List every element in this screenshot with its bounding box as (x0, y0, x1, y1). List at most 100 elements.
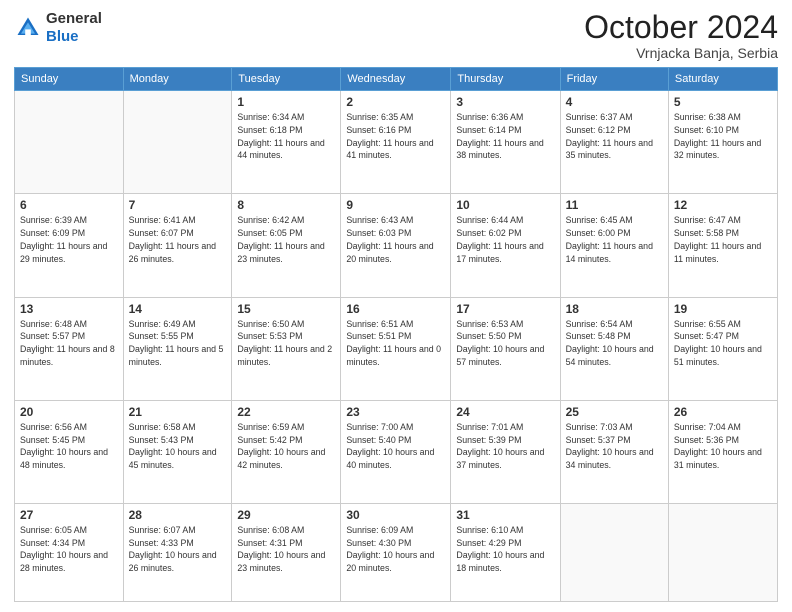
day-number: 25 (566, 405, 663, 419)
day-info: Sunrise: 6:47 AMSunset: 5:58 PMDaylight:… (674, 214, 772, 265)
calendar-cell (668, 503, 777, 601)
day-number: 24 (456, 405, 554, 419)
day-info: Sunrise: 6:55 AMSunset: 5:47 PMDaylight:… (674, 318, 772, 369)
day-info: Sunrise: 6:10 AMSunset: 4:29 PMDaylight:… (456, 524, 554, 575)
day-number: 12 (674, 198, 772, 212)
calendar-cell: 5 Sunrise: 6:38 AMSunset: 6:10 PMDaylight… (668, 91, 777, 194)
calendar-header-friday: Friday (560, 68, 668, 91)
day-number: 18 (566, 302, 663, 316)
calendar-header-tuesday: Tuesday (232, 68, 341, 91)
calendar-header-row: SundayMondayTuesdayWednesdayThursdayFrid… (15, 68, 778, 91)
logo-text: General Blue (46, 10, 102, 46)
calendar-cell: 12 Sunrise: 6:47 AMSunset: 5:58 PMDayligh… (668, 194, 777, 297)
day-info: Sunrise: 6:39 AMSunset: 6:09 PMDaylight:… (20, 214, 118, 265)
day-info: Sunrise: 6:41 AMSunset: 6:07 PMDaylight:… (129, 214, 227, 265)
day-info: Sunrise: 6:44 AMSunset: 6:02 PMDaylight:… (456, 214, 554, 265)
day-number: 29 (237, 508, 335, 522)
day-number: 4 (566, 95, 663, 109)
day-number: 15 (237, 302, 335, 316)
day-info: Sunrise: 6:53 AMSunset: 5:50 PMDaylight:… (456, 318, 554, 369)
day-number: 21 (129, 405, 227, 419)
calendar-week-2: 6Sunrise: 6:39 AMSunset: 6:09 PMDaylight… (15, 194, 778, 297)
calendar-cell: 13 Sunrise: 6:48 AMSunset: 5:57 PMDayligh… (15, 297, 124, 400)
day-number: 19 (674, 302, 772, 316)
calendar-header-sunday: Sunday (15, 68, 124, 91)
calendar-cell: 2 Sunrise: 6:35 AMSunset: 6:16 PMDaylight… (341, 91, 451, 194)
day-info: Sunrise: 6:37 AMSunset: 6:12 PMDaylight:… (566, 111, 663, 162)
day-info: Sunrise: 6:48 AMSunset: 5:57 PMDaylight:… (20, 318, 118, 369)
calendar-header-saturday: Saturday (668, 68, 777, 91)
logo-icon (14, 14, 42, 42)
calendar-header-monday: Monday (123, 68, 232, 91)
calendar-cell: 20Sunrise: 6:56 AMSunset: 5:45 PMDayligh… (15, 400, 124, 503)
day-info: Sunrise: 6:09 AMSunset: 4:30 PMDaylight:… (346, 524, 445, 575)
day-number: 17 (456, 302, 554, 316)
calendar-cell: 21 Sunrise: 6:58 AMSunset: 5:43 PMDayligh… (123, 400, 232, 503)
day-info: Sunrise: 7:01 AMSunset: 5:39 PMDaylight:… (456, 421, 554, 472)
calendar-cell: 10 Sunrise: 6:44 AMSunset: 6:02 PMDayligh… (451, 194, 560, 297)
header: General Blue October 2024 Vrnjacka Banja… (14, 10, 778, 61)
day-info: Sunrise: 6:56 AMSunset: 5:45 PMDaylight:… (20, 421, 118, 472)
day-number: 5 (674, 95, 772, 109)
day-info: Sunrise: 7:00 AMSunset: 5:40 PMDaylight:… (346, 421, 445, 472)
logo-blue: Blue (46, 28, 102, 46)
day-info: Sunrise: 6:43 AMSunset: 6:03 PMDaylight:… (346, 214, 445, 265)
calendar-table: SundayMondayTuesdayWednesdayThursdayFrid… (14, 67, 778, 602)
day-number: 28 (129, 508, 227, 522)
calendar-cell: 19 Sunrise: 6:55 AMSunset: 5:47 PMDayligh… (668, 297, 777, 400)
day-number: 16 (346, 302, 445, 316)
calendar-header-wednesday: Wednesday (341, 68, 451, 91)
day-info: Sunrise: 6:54 AMSunset: 5:48 PMDaylight:… (566, 318, 663, 369)
day-info: Sunrise: 6:36 AMSunset: 6:14 PMDaylight:… (456, 111, 554, 162)
calendar-cell: 18 Sunrise: 6:54 AMSunset: 5:48 PMDayligh… (560, 297, 668, 400)
calendar-cell: 7Sunrise: 6:41 AMSunset: 6:07 PMDaylight… (123, 194, 232, 297)
day-info: Sunrise: 6:08 AMSunset: 4:31 PMDaylight:… (237, 524, 335, 575)
calendar-cell: 31 Sunrise: 6:10 AMSunset: 4:29 PMDayligh… (451, 503, 560, 601)
logo: General Blue (14, 10, 102, 46)
day-number: 27 (20, 508, 118, 522)
calendar-cell: 29 Sunrise: 6:08 AMSunset: 4:31 PMDayligh… (232, 503, 341, 601)
day-number: 3 (456, 95, 554, 109)
day-info: Sunrise: 6:58 AMSunset: 5:43 PMDaylight:… (129, 421, 227, 472)
calendar-cell: 1 Sunrise: 6:34 AMSunset: 6:18 PMDaylight… (232, 91, 341, 194)
day-info: Sunrise: 6:45 AMSunset: 6:00 PMDaylight:… (566, 214, 663, 265)
calendar-cell: 25Sunrise: 7:03 AMSunset: 5:37 PMDayligh… (560, 400, 668, 503)
calendar-week-3: 13 Sunrise: 6:48 AMSunset: 5:57 PMDayligh… (15, 297, 778, 400)
day-number: 11 (566, 198, 663, 212)
calendar-cell: 22Sunrise: 6:59 AMSunset: 5:42 PMDayligh… (232, 400, 341, 503)
calendar-cell: 11 Sunrise: 6:45 AMSunset: 6:00 PMDayligh… (560, 194, 668, 297)
day-info: Sunrise: 6:34 AMSunset: 6:18 PMDaylight:… (237, 111, 335, 162)
day-info: Sunrise: 6:35 AMSunset: 6:16 PMDaylight:… (346, 111, 445, 162)
day-number: 9 (346, 198, 445, 212)
calendar-cell: 30Sunrise: 6:09 AMSunset: 4:30 PMDayligh… (341, 503, 451, 601)
calendar-week-1: 1 Sunrise: 6:34 AMSunset: 6:18 PMDaylight… (15, 91, 778, 194)
title-block: October 2024 Vrnjacka Banja, Serbia (584, 10, 778, 61)
day-info: Sunrise: 6:05 AMSunset: 4:34 PMDaylight:… (20, 524, 118, 575)
calendar-cell: 26Sunrise: 7:04 AMSunset: 5:36 PMDayligh… (668, 400, 777, 503)
calendar-cell: 28 Sunrise: 6:07 AMSunset: 4:33 PMDayligh… (123, 503, 232, 601)
day-number: 10 (456, 198, 554, 212)
day-info: Sunrise: 6:07 AMSunset: 4:33 PMDaylight:… (129, 524, 227, 575)
calendar-cell: 16 Sunrise: 6:51 AMSunset: 5:51 PMDayligh… (341, 297, 451, 400)
calendar-cell: 23 Sunrise: 7:00 AMSunset: 5:40 PMDayligh… (341, 400, 451, 503)
page: General Blue October 2024 Vrnjacka Banja… (0, 0, 792, 612)
day-number: 23 (346, 405, 445, 419)
day-number: 2 (346, 95, 445, 109)
day-number: 31 (456, 508, 554, 522)
day-info: Sunrise: 6:51 AMSunset: 5:51 PMDaylight:… (346, 318, 445, 369)
calendar-week-5: 27 Sunrise: 6:05 AMSunset: 4:34 PMDayligh… (15, 503, 778, 601)
day-number: 14 (129, 302, 227, 316)
calendar-cell: 6Sunrise: 6:39 AMSunset: 6:09 PMDaylight… (15, 194, 124, 297)
calendar-header-thursday: Thursday (451, 68, 560, 91)
calendar-cell: 27 Sunrise: 6:05 AMSunset: 4:34 PMDayligh… (15, 503, 124, 601)
calendar-cell: 4 Sunrise: 6:37 AMSunset: 6:12 PMDaylight… (560, 91, 668, 194)
calendar-cell: 17 Sunrise: 6:53 AMSunset: 5:50 PMDayligh… (451, 297, 560, 400)
day-number: 1 (237, 95, 335, 109)
day-info: Sunrise: 6:38 AMSunset: 6:10 PMDaylight:… (674, 111, 772, 162)
day-number: 13 (20, 302, 118, 316)
subtitle: Vrnjacka Banja, Serbia (584, 45, 778, 61)
logo-general: General (46, 10, 102, 28)
calendar-cell (560, 503, 668, 601)
day-number: 26 (674, 405, 772, 419)
calendar-cell: 15Sunrise: 6:50 AMSunset: 5:53 PMDayligh… (232, 297, 341, 400)
